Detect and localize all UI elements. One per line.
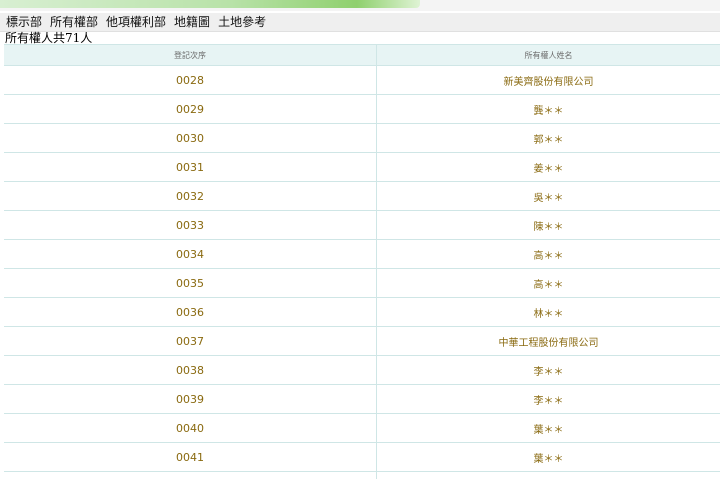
owner-name-cell: 中華工程股份有限公司 — [376, 327, 720, 355]
tab-label-section[interactable]: 標示部 — [6, 13, 42, 32]
table-row: 0031 姜＊＊ — [4, 153, 720, 182]
registration-order-cell: 0032 — [176, 189, 204, 203]
table-row: 0040 葉＊＊ — [4, 414, 720, 443]
owner-name-cell: 林＊＊ — [376, 298, 720, 326]
tab-cadastral-map[interactable]: 地籍圖 — [174, 13, 210, 32]
tab-ownership-section[interactable]: 所有權部 — [50, 13, 98, 32]
table-row: 0035 高＊＊ — [4, 269, 720, 298]
owner-name-cell: 陳＊＊ — [376, 211, 720, 239]
registration-order-cell: 0038 — [176, 363, 204, 377]
owner-name-cell: 高＊＊ — [376, 240, 720, 268]
owners-table: 登記次序 所有權人姓名 0028 新美齊股份有限公司 0029 龔＊＊ 0030 郭＊＊ 0… — [4, 44, 720, 479]
owner-count-summary: 所有權人共71人 — [5, 31, 93, 45]
table-body: 0028 新美齊股份有限公司 0029 龔＊＊ 0030 郭＊＊ 0031 姜＊＊ 0032 吳＊… — [4, 66, 720, 479]
tab-bar: 標示部 所有權部 他項權利部 地籍圖 土地參考 — [0, 13, 720, 32]
banner-gradient — [0, 0, 420, 8]
table-row: 0037 中華工程股份有限公司 — [4, 327, 720, 356]
table-header: 登記次序 所有權人姓名 — [4, 44, 720, 66]
table-row: 0034 高＊＊ — [4, 240, 720, 269]
header-owner-name: 所有權人姓名 — [376, 45, 720, 65]
owner-name-cell: 龔＊＊ — [376, 95, 720, 123]
registration-order-cell: 0035 — [176, 276, 204, 290]
registration-order-cell: 0028 — [176, 73, 204, 87]
owner-name-cell: 高＊＊ — [376, 269, 720, 297]
header-registration-order: 登記次序 — [174, 50, 206, 60]
registration-order-cell: 0034 — [176, 247, 204, 261]
registration-order-cell: 0029 — [176, 102, 204, 116]
owner-name-cell: 郭＊＊ — [376, 124, 720, 152]
owner-name-cell: 新美齊股份有限公司 — [376, 66, 720, 94]
table-row: 0028 新美齊股份有限公司 — [4, 66, 720, 95]
owner-name-cell — [376, 472, 720, 479]
table-row: 0029 龔＊＊ — [4, 95, 720, 124]
table-row — [4, 472, 720, 479]
registration-order-cell: 0037 — [176, 334, 204, 348]
registration-order-cell: 0039 — [176, 392, 204, 406]
owner-name-cell: 姜＊＊ — [376, 153, 720, 181]
registration-order-cell: 0036 — [176, 305, 204, 319]
registration-order-cell: 0041 — [176, 450, 204, 464]
registration-order-cell: 0033 — [176, 218, 204, 232]
tab-other-rights-section[interactable]: 他項權利部 — [106, 13, 166, 32]
table-row: 0041 葉＊＊ — [4, 443, 720, 472]
owner-name-cell: 吳＊＊ — [376, 182, 720, 210]
registration-order-cell — [4, 472, 376, 479]
table-row: 0030 郭＊＊ — [4, 124, 720, 153]
table-row: 0039 李＊＊ — [4, 385, 720, 414]
owner-name-cell: 李＊＊ — [376, 385, 720, 413]
table-row: 0036 林＊＊ — [4, 298, 720, 327]
tab-land-reference[interactable]: 土地參考 — [218, 13, 266, 32]
owner-name-cell: 葉＊＊ — [376, 414, 720, 442]
owner-name-cell: 葉＊＊ — [376, 443, 720, 471]
top-banner — [0, 0, 720, 11]
table-row: 0032 吳＊＊ — [4, 182, 720, 211]
registration-order-cell: 0031 — [176, 160, 204, 174]
table-row: 0038 李＊＊ — [4, 356, 720, 385]
registration-order-cell: 0040 — [176, 421, 204, 435]
registration-order-cell: 0030 — [176, 131, 204, 145]
table-row: 0033 陳＊＊ — [4, 211, 720, 240]
owner-name-cell: 李＊＊ — [376, 356, 720, 384]
